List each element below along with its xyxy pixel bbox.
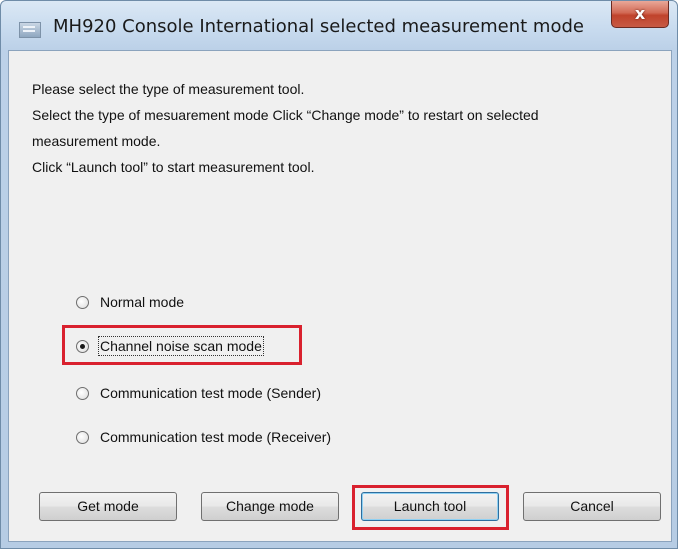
radio-button-icon[interactable]: [76, 430, 89, 444]
radio-label: Normal mode: [100, 294, 185, 310]
radio-button-icon[interactable]: [76, 386, 89, 400]
radio-label: Communication test mode (Receiver): [100, 429, 332, 445]
change-mode-button[interactable]: Change mode: [201, 492, 339, 521]
radio-channel-noise-scan-mode[interactable]: Channel noise scan mode: [76, 334, 264, 358]
instruction-line: Select the type of mesuarement mode Clic…: [32, 107, 539, 123]
app-icon: [19, 22, 41, 38]
instructions-text: Please select the type of measurement to…: [32, 76, 652, 180]
radio-label: Communication test mode (Sender): [100, 385, 321, 401]
title-bar[interactable]: MH920 Console International selected mea…: [1, 1, 677, 45]
radio-communication-test-receiver[interactable]: Communication test mode (Receiver): [76, 425, 331, 449]
launch-tool-button[interactable]: Launch tool: [361, 492, 499, 521]
instruction-line: Please select the type of measurement to…: [32, 81, 305, 97]
radio-normal-mode[interactable]: Normal mode: [76, 290, 184, 314]
radio-communication-test-sender[interactable]: Communication test mode (Sender): [76, 381, 321, 405]
instruction-line: Click “Launch tool” to start measurement…: [32, 159, 315, 175]
radio-button-icon[interactable]: [76, 295, 89, 309]
radio-button-selected-icon[interactable]: [76, 339, 89, 353]
instruction-line: measurement mode.: [32, 133, 161, 149]
radio-label: Channel noise scan mode: [98, 336, 264, 356]
close-button[interactable]: x: [611, 1, 669, 28]
cancel-button[interactable]: Cancel: [523, 492, 661, 521]
window-title: MH920 Console International selected mea…: [53, 16, 584, 37]
get-mode-button[interactable]: Get mode: [39, 492, 177, 521]
